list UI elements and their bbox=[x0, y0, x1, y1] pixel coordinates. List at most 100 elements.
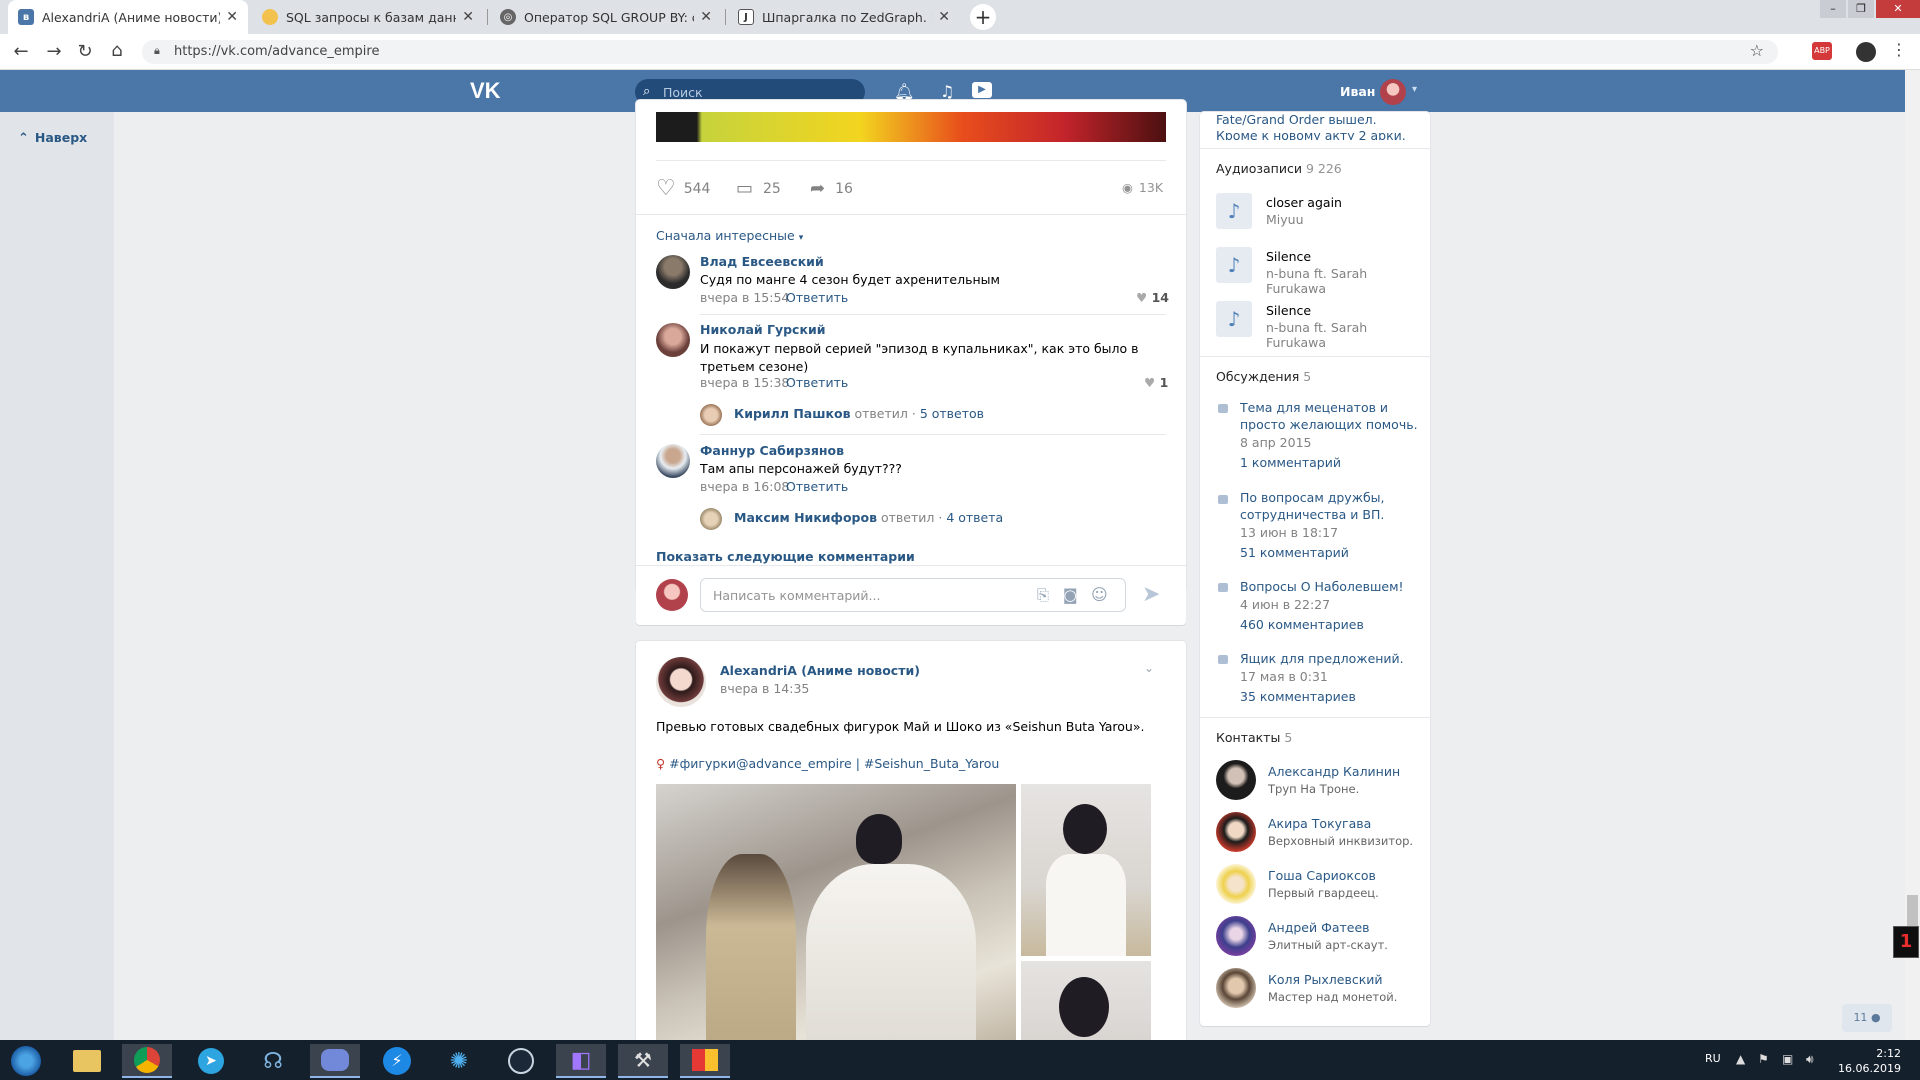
adblock-extension-icon[interactable]: ABP bbox=[1812, 42, 1832, 60]
music-note-icon[interactable]: ♪ bbox=[1216, 301, 1252, 337]
discussion-comments-link[interactable]: 51 комментарий bbox=[1240, 545, 1349, 560]
avatar[interactable] bbox=[1216, 864, 1256, 904]
share-button[interactable]: ➦ 16 bbox=[810, 178, 853, 199]
audio-title-text[interactable]: Silence bbox=[1266, 249, 1311, 264]
home-icon[interactable]: ⌂ bbox=[106, 40, 128, 61]
discussion-title[interactable]: По вопросам дружбы, сотрудничества и ВП. bbox=[1240, 489, 1420, 523]
contact-name[interactable]: Акира Токугава bbox=[1268, 816, 1371, 831]
audio-title-text[interactable]: Silence bbox=[1266, 303, 1311, 318]
close-tab-icon[interactable]: ✕ bbox=[938, 9, 950, 25]
maximize-icon[interactable]: ❐ bbox=[1848, 0, 1874, 18]
audio-artist[interactable]: Miyuu bbox=[1266, 212, 1304, 227]
show-more-comments-link[interactable]: Показать следующие комментарии bbox=[656, 549, 915, 564]
app-taskbar-button[interactable] bbox=[680, 1044, 730, 1078]
new-tab-button[interactable]: + bbox=[970, 4, 996, 30]
reply-button[interactable]: Ответить bbox=[786, 290, 848, 305]
camera-icon[interactable]: ◙ bbox=[1063, 586, 1078, 604]
comment-like-button[interactable]: ♥ 1 bbox=[1144, 375, 1168, 390]
thread-replies-link[interactable]: 4 ответа bbox=[946, 510, 1003, 525]
comment-time[interactable]: вчера в 16:08 bbox=[700, 479, 789, 494]
avatar[interactable] bbox=[1216, 968, 1256, 1008]
like-button[interactable]: ♡ 544 bbox=[656, 176, 710, 201]
left-scroll-column[interactable] bbox=[0, 112, 114, 1040]
discussions-header[interactable]: Обсуждения 5 bbox=[1216, 369, 1311, 384]
post-image[interactable] bbox=[656, 112, 1166, 142]
contact-name[interactable]: Гоша Сариоксов bbox=[1268, 868, 1376, 883]
comment-author[interactable]: Фаннур Сабирзянов bbox=[700, 443, 844, 458]
forward-arrow-icon[interactable]: → bbox=[43, 41, 65, 62]
avatar[interactable] bbox=[1380, 79, 1406, 105]
discussion-title[interactable]: Вопросы О Наболевшем! bbox=[1240, 578, 1420, 595]
chrome-taskbar-button[interactable] bbox=[122, 1044, 172, 1078]
comment-button[interactable]: ▭ 25 bbox=[736, 178, 781, 199]
avatar[interactable] bbox=[700, 404, 722, 426]
explorer-taskbar-button[interactable] bbox=[62, 1044, 112, 1078]
reply-button[interactable]: Ответить bbox=[786, 479, 848, 494]
tab-sql-queries[interactable]: SQL запросы к базам данных за ✕ bbox=[252, 0, 484, 34]
profile-avatar[interactable] bbox=[1856, 42, 1876, 62]
bookmark-star-icon[interactable]: ☆ bbox=[1750, 41, 1764, 60]
hashtags-link[interactable]: #фигурки@advance_empire | #Seishun_Buta_… bbox=[669, 756, 999, 771]
comment-author[interactable]: Влад Евсеевский bbox=[700, 254, 824, 269]
contact-name[interactable]: Андрей Фатеев bbox=[1268, 920, 1370, 935]
post-photo[interactable] bbox=[656, 784, 1016, 1061]
thread-summary[interactable]: Максим Никифоров ответил · 4 ответа bbox=[734, 510, 1003, 525]
language-indicator[interactable]: RU bbox=[1705, 1052, 1721, 1065]
back-to-top-link[interactable]: ⌃ Наверх bbox=[18, 130, 87, 146]
music-note-icon[interactable]: ♫ bbox=[940, 82, 954, 101]
play-video-icon[interactable]: ▶ bbox=[972, 82, 992, 98]
avatar[interactable] bbox=[700, 508, 722, 530]
sort-comments-dropdown[interactable]: Сначала интересные ▾ bbox=[656, 228, 803, 243]
thread-author[interactable]: Максим Никифоров bbox=[734, 510, 877, 525]
news-snippet[interactable]: Fate/Grand Order вышел. Кроме к новому а… bbox=[1216, 112, 1420, 140]
system-clock[interactable]: 2:12 16.06.2019 bbox=[1838, 1046, 1901, 1076]
contact-name[interactable]: Александр Калинин bbox=[1268, 764, 1400, 779]
avatar[interactable] bbox=[656, 255, 690, 289]
network-icon[interactable]: ▣ bbox=[1782, 1052, 1793, 1066]
menu-dots-icon[interactable]: ⋮ bbox=[1891, 40, 1907, 59]
thread-summary[interactable]: Кирилл Пашков ответил · 5 ответов bbox=[734, 406, 984, 421]
tab-zedgraph[interactable]: J Шпаргалка по ZedGraph. Как на ✕ bbox=[728, 0, 960, 34]
close-tab-icon[interactable]: ✕ bbox=[700, 9, 712, 25]
audio-header[interactable]: Аудиозаписи 9 226 bbox=[1216, 161, 1342, 176]
thread-replies-link[interactable]: 5 ответов bbox=[920, 406, 984, 421]
contacts-header[interactable]: Контакты 5 bbox=[1216, 730, 1292, 745]
reply-button[interactable]: Ответить bbox=[786, 375, 848, 390]
online-friends-button[interactable]: 11 ● bbox=[1842, 1004, 1892, 1032]
avatar[interactable] bbox=[1216, 916, 1256, 956]
visual-studio-taskbar-button[interactable]: ◧ bbox=[556, 1044, 606, 1078]
close-tab-icon[interactable]: ✕ bbox=[462, 9, 474, 25]
scrollbar-thumb[interactable] bbox=[1907, 895, 1918, 929]
battlenet-taskbar-button[interactable]: ✺ bbox=[434, 1044, 484, 1078]
avatar[interactable] bbox=[1216, 812, 1256, 852]
thread-author[interactable]: Кирилл Пашков bbox=[734, 406, 851, 421]
minimize-icon[interactable]: – bbox=[1820, 0, 1846, 18]
volume-icon[interactable]: 🔊︎ bbox=[1806, 1052, 1814, 1067]
reload-icon[interactable]: ↻ bbox=[74, 41, 96, 62]
audio-artist[interactable]: n-buna ft. Sarah Furukawa bbox=[1266, 320, 1430, 350]
comment-time[interactable]: вчера в 15:54 bbox=[700, 290, 789, 305]
chevron-down-icon[interactable]: ⌄ bbox=[1144, 661, 1154, 675]
discussion-comments-link[interactable]: 35 комментариев bbox=[1240, 689, 1356, 704]
tools-taskbar-button[interactable]: ⚒ bbox=[618, 1044, 668, 1078]
post-time[interactable]: вчера в 14:35 bbox=[720, 681, 809, 696]
avatar[interactable] bbox=[656, 657, 706, 707]
post-author[interactable]: AlexandriA (Аниме новости) bbox=[720, 663, 920, 678]
tray-up-arrow-icon[interactable]: ▲ bbox=[1736, 1052, 1745, 1066]
avatar[interactable] bbox=[656, 444, 690, 478]
comment-input[interactable]: Написать комментарий... ⎘ ◙ ☺ bbox=[700, 578, 1126, 612]
thunder-taskbar-button[interactable]: ⚡︎ bbox=[372, 1044, 422, 1078]
user-name[interactable]: Иван bbox=[1340, 84, 1375, 99]
music-note-icon[interactable]: ♪ bbox=[1216, 193, 1252, 229]
discord-taskbar-button[interactable] bbox=[310, 1044, 360, 1078]
paperclip-icon[interactable]: ⎘ bbox=[1037, 586, 1049, 604]
address-bar[interactable]: 🔒︎ https://vk.com/advance_empire ☆ bbox=[142, 40, 1778, 64]
bell-icon[interactable]: 🔔︎ bbox=[894, 82, 914, 101]
tab-vk[interactable]: в AlexandriA (Аниме новости) ✕ bbox=[8, 0, 248, 34]
smile-icon[interactable]: ☺ bbox=[1091, 585, 1108, 604]
discussion-comments-link[interactable]: 1 комментарий bbox=[1240, 455, 1341, 470]
discussion-title[interactable]: Тема для меценатов и просто желающих пом… bbox=[1240, 399, 1420, 433]
music-note-icon[interactable]: ♪ bbox=[1216, 247, 1252, 283]
comment-time[interactable]: вчера в 15:38 bbox=[700, 375, 789, 390]
back-arrow-icon[interactable]: ← bbox=[10, 41, 32, 62]
